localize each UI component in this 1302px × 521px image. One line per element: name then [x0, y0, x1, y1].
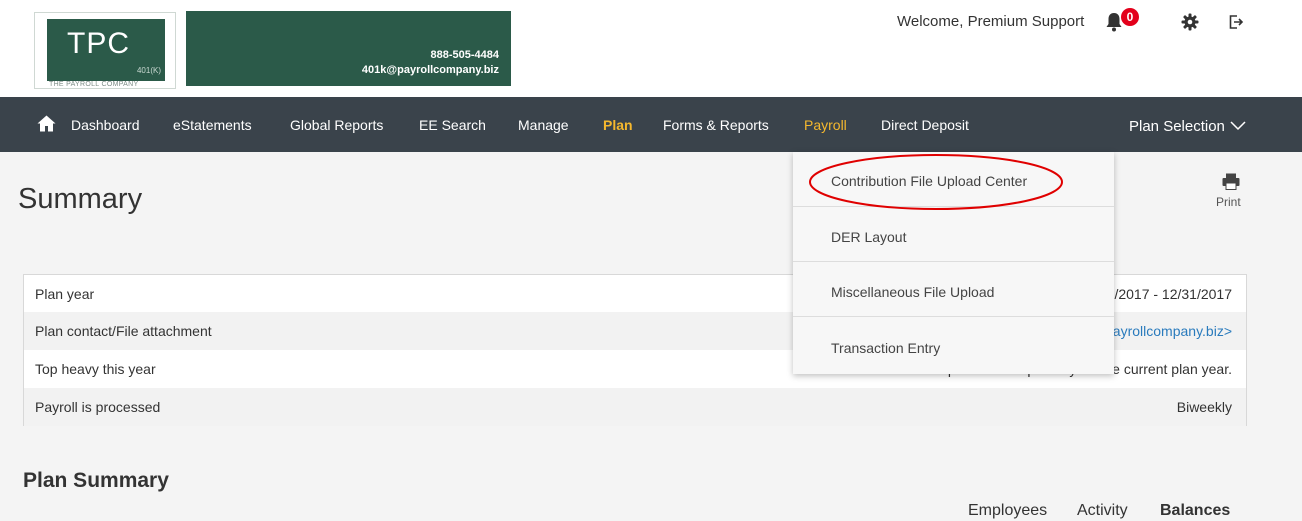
print-button[interactable]: Print — [1216, 195, 1241, 209]
menu-item-label: Transaction Entry — [831, 340, 941, 356]
plan-selection[interactable]: Plan Selection — [1129, 118, 1225, 135]
row-label: Plan year — [35, 286, 95, 302]
logo-brand: TPC — [67, 27, 130, 60]
notification-badge[interactable]: 0 — [1121, 8, 1139, 26]
logo-subtitle: THE PAYROLL COMPANY — [49, 81, 139, 88]
welcome-text: Welcome, Premium Support — [897, 13, 1085, 30]
menu-item-label: Miscellaneous File Upload — [831, 284, 995, 300]
chevron-down-icon[interactable] — [1230, 121, 1246, 131]
row-value: Biweekly — [1176, 399, 1232, 415]
contact-banner: 888-505-4484 401k@payrollcompany.biz — [186, 11, 511, 86]
annotation-ellipse — [809, 154, 1063, 210]
logo-tag: 401(K) — [136, 66, 161, 75]
main-nav: Dashboard eStatements Global Reports EE … — [0, 97, 1302, 152]
row-label: Payroll is processed — [35, 399, 161, 415]
nav-payroll[interactable]: Payroll — [804, 117, 847, 133]
logout-icon[interactable] — [1228, 14, 1244, 30]
nav-global-reports[interactable]: Global Reports — [290, 117, 383, 133]
tab-activity[interactable]: Activity — [1077, 502, 1128, 520]
home-icon[interactable] — [37, 115, 56, 132]
tab-balances[interactable]: Balances — [1160, 502, 1230, 520]
row-label: Top heavy this year — [35, 361, 156, 377]
nav-forms-reports[interactable]: Forms & Reports — [663, 117, 769, 133]
section-title: Plan Summary — [23, 469, 169, 492]
gear-icon[interactable] — [1181, 13, 1199, 31]
menu-item-label: DER Layout — [831, 229, 907, 245]
company-logo[interactable]: TPC 401(K) THE PAYROLL COMPANY — [34, 12, 176, 89]
nav-estatements[interactable]: eStatements — [173, 117, 252, 133]
menu-item-misc-upload[interactable]: Miscellaneous File Upload — [793, 262, 1114, 317]
nav-ee-search[interactable]: EE Search — [419, 117, 486, 133]
nav-dashboard[interactable]: Dashboard — [71, 117, 140, 133]
header: TPC 401(K) THE PAYROLL COMPANY 888-505-4… — [0, 0, 1302, 97]
banner-email: 401k@payrollcompany.biz — [361, 64, 499, 76]
table-row: Payroll is processed Biweekly — [24, 388, 1246, 426]
row-label: Plan contact/File attachment — [35, 323, 212, 339]
tab-employees[interactable]: Employees — [968, 502, 1047, 520]
banner-phone: 888-505-4484 — [430, 49, 499, 61]
nav-manage[interactable]: Manage — [518, 117, 569, 133]
nav-direct-deposit[interactable]: Direct Deposit — [881, 117, 969, 133]
menu-item-der-layout[interactable]: DER Layout — [793, 207, 1114, 262]
nav-plan[interactable]: Plan — [603, 117, 633, 133]
page-title: Summary — [18, 183, 143, 215]
menu-item-transaction-entry[interactable]: Transaction Entry — [793, 317, 1114, 372]
logo-mark: TPC 401(K) — [47, 19, 165, 81]
print-icon[interactable] — [1222, 173, 1240, 190]
